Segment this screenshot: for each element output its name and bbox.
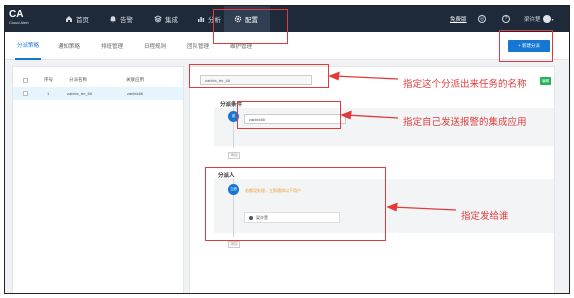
arrowhead-integration [340,110,352,120]
arrow-name [333,75,399,80]
arrow-integration [345,114,399,119]
arrow-assignee [391,206,457,211]
arrowhead-name [328,71,340,81]
arrowhead-assignee [386,202,398,212]
annotation-arrows [328,71,457,212]
